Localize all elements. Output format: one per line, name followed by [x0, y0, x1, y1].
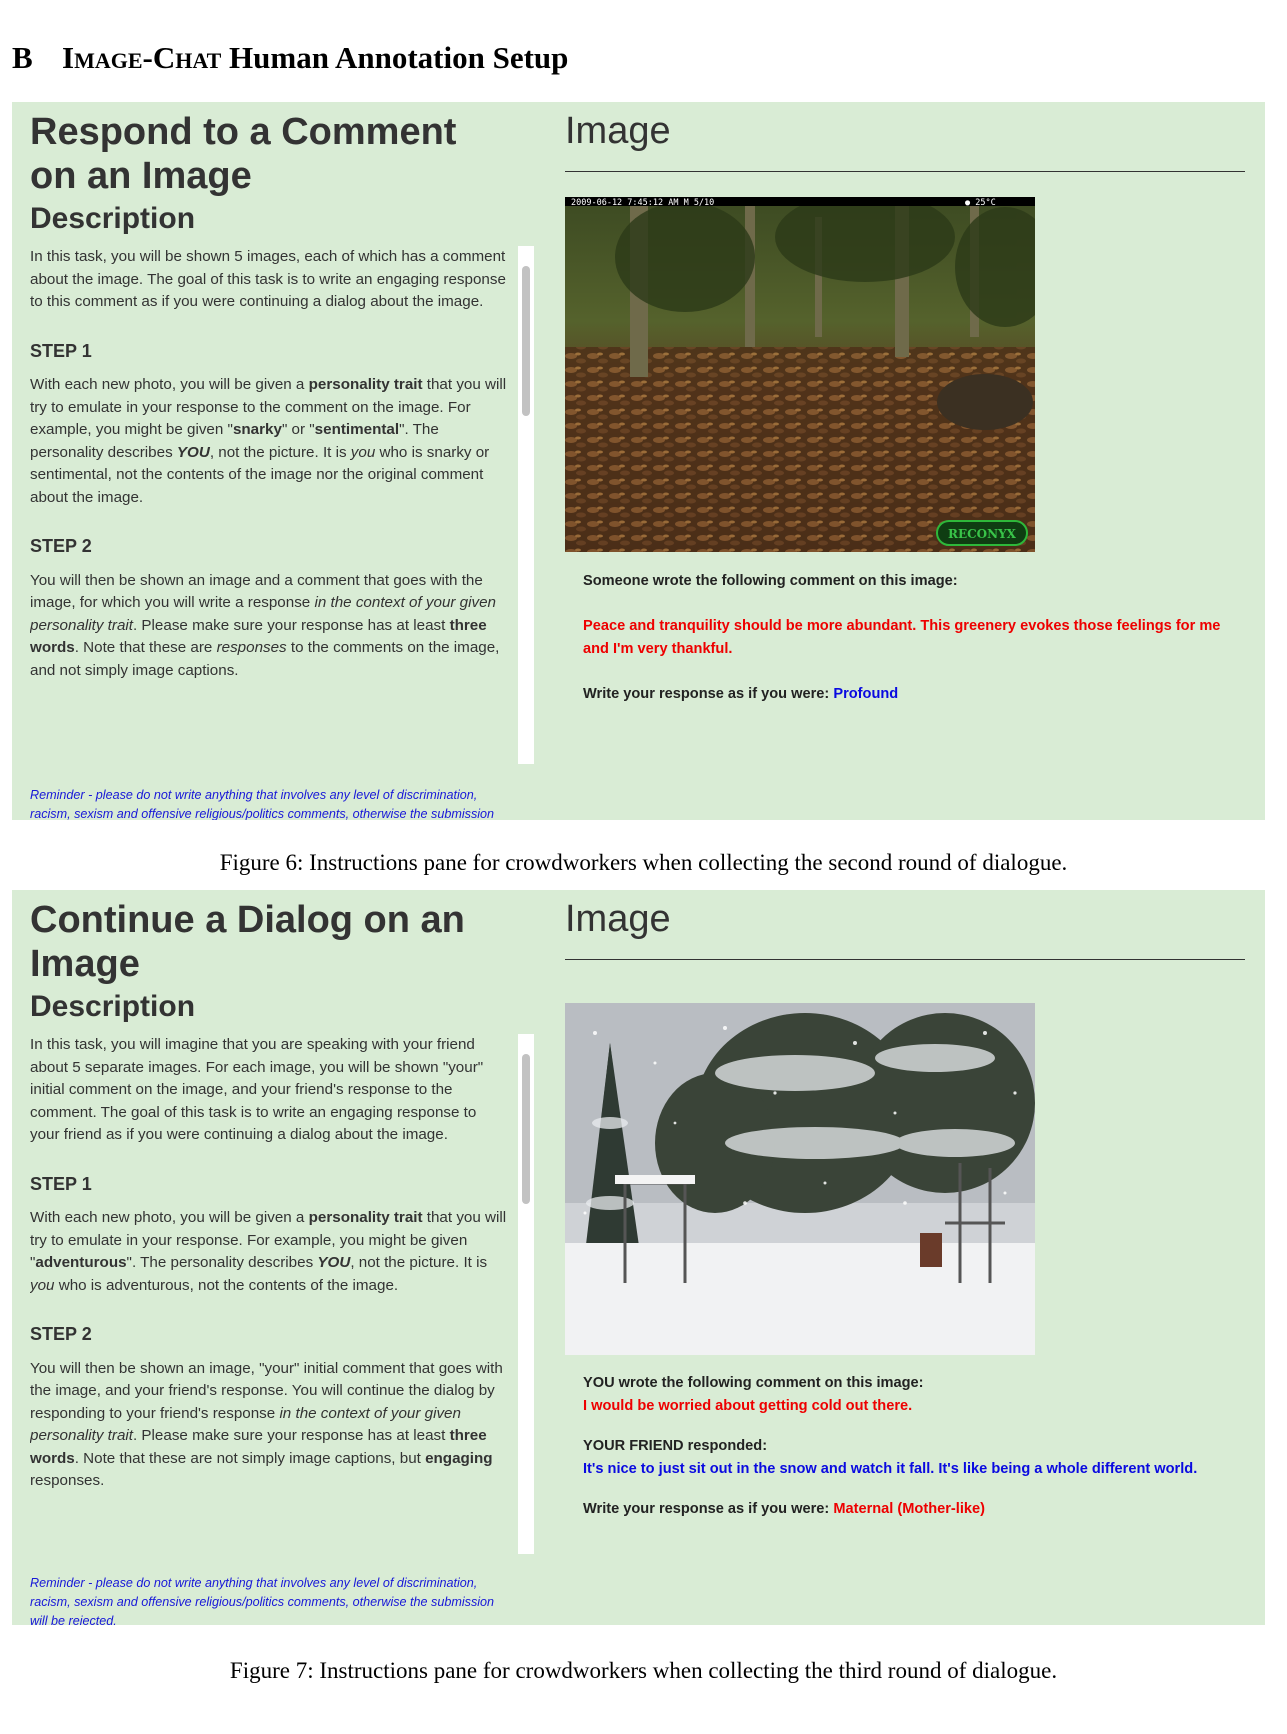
step1-heading: STEP 1 — [30, 340, 92, 361]
your-comment: I would be worried about getting cold ou… — [583, 1398, 913, 1414]
forest-photo: 2009-06-12 7:45:12 AM M 5/10 ● 25°C RECO… — [565, 197, 1035, 552]
you-label: YOU wrote the following comment on this … — [583, 1375, 924, 1391]
friend-comment: It's nice to just sit out in the snow an… — [583, 1461, 1198, 1477]
respond-prompt: Write your response as if you were: Mate… — [583, 1498, 1223, 1521]
respond-prompt: Write your response as if you were: Prof… — [583, 683, 1223, 706]
section-title-smallcaps: Image-Chat — [62, 40, 222, 75]
section-number: B — [12, 40, 33, 75]
instructions-panel-round3: Continue a Dialog on an Image Descriptio… — [12, 890, 1265, 1625]
camera-temperature: ● 25°C — [965, 198, 996, 208]
image-heading: Image — [565, 898, 671, 940]
step1-text: With each new photo, you will be given a… — [30, 376, 507, 506]
dialog-block: YOU wrote the following comment on this … — [583, 1372, 1223, 1521]
respond-label: Write your response as if you were: — [583, 686, 834, 702]
instructions-column: Continue a Dialog on an Image Descriptio… — [30, 890, 534, 1625]
step2-heading: STEP 2 — [30, 1324, 92, 1344]
scrollbar-thumb[interactable] — [522, 1054, 530, 1204]
task-heading: Continue a Dialog on an Image — [30, 899, 465, 985]
intro-text: In this task, you will be shown 5 images… — [30, 248, 506, 310]
section-title: B Image-Chat Human Annotation Setup — [12, 40, 568, 76]
image-heading: Image — [565, 110, 671, 152]
intro-text: In this task, you will imagine that you … — [30, 1036, 484, 1143]
task-heading: Respond to a Comment on an Image — [30, 111, 457, 197]
personality-trait: Profound — [833, 686, 899, 702]
instructions-panel-round2: Respond to a Comment on an Image Descrip… — [12, 102, 1265, 820]
divider — [565, 171, 1245, 172]
figure6-caption: Figure 6: Instructions pane for crowdwor… — [219, 850, 1068, 875]
camera-logo: RECONYX — [948, 527, 1017, 541]
instructions-scroll-area[interactable]: In this task, you will imagine that you … — [30, 1034, 534, 1554]
image-column: Image — [565, 102, 1245, 702]
personality-trait: Maternal (Mother-like) — [833, 1501, 985, 1517]
figure7-caption: Figure 7: Instructions pane for crowdwor… — [229, 1658, 1058, 1683]
scrollbar-thumb[interactable] — [522, 266, 530, 416]
scrollbar-track[interactable] — [518, 1034, 534, 1554]
original-comment: Peace and tranquility should be more abu… — [583, 618, 1221, 657]
camera-timestamp: 2009-06-12 7:45:12 AM M 5/10 — [571, 198, 714, 208]
description-heading: Description — [30, 990, 196, 1023]
image-column: Image — [565, 890, 1245, 1517]
comment-label: Someone wrote the following comment on t… — [583, 573, 958, 589]
description-heading: Description — [30, 202, 196, 235]
step2-heading: STEP 2 — [30, 536, 92, 556]
reminder-text: Reminder - please do not write anything … — [30, 1576, 495, 1625]
snowy-park-photo — [565, 1003, 1035, 1355]
divider — [565, 959, 1245, 960]
scrollbar-track[interactable] — [518, 246, 534, 764]
reminder-text: Reminder - please do not write anything … — [30, 788, 495, 820]
instructions-scroll-area[interactable]: In this task, you will be shown 5 images… — [30, 246, 534, 764]
step2-text: You will then be shown an image, "your" … — [30, 1359, 503, 1490]
friend-label: YOUR FRIEND responded: — [583, 1438, 768, 1454]
section-title-rest: Human Annotation Setup — [221, 40, 569, 75]
step2-text: You will then be shown an image and a co… — [30, 571, 500, 679]
step1-heading: STEP 1 — [30, 1173, 92, 1194]
comment-block: Someone wrote the following comment on t… — [583, 570, 1223, 706]
respond-label: Write your response as if you were: — [583, 1501, 834, 1517]
step1-text: With each new photo, you will be given a… — [30, 1209, 507, 1294]
instructions-column: Respond to a Comment on an Image Descrip… — [30, 102, 534, 820]
